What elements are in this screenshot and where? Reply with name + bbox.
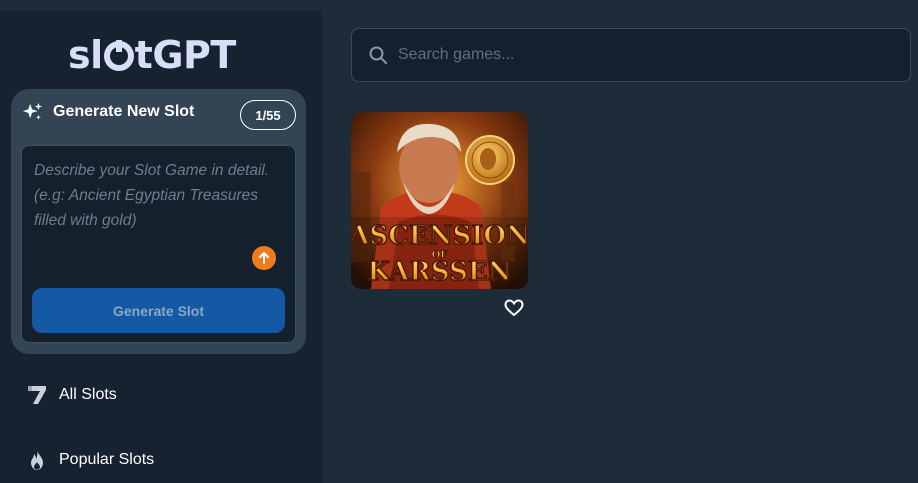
- heart-outline-icon[interactable]: [504, 299, 524, 317]
- game-card-ascension-of-karssen[interactable]: ASCENSION OF KARSSEN: [351, 112, 528, 289]
- generate-header: Generate New Slot: [21, 101, 194, 123]
- generate-slot-button[interactable]: Generate Slot: [32, 288, 285, 333]
- prompt-placeholder: Describe your Slot Game in detail. (e.g:…: [34, 162, 270, 229]
- game-thumbnail: ASCENSION OF KARSSEN: [351, 112, 528, 289]
- sparkle-icon: [22, 102, 43, 120]
- generate-slot-panel: Generate New Slot 1/55 Describe your Slo…: [11, 89, 306, 354]
- sidebar: sl tGPT Generate New Slot 1/55 Describe …: [0, 10, 322, 483]
- submit-arrow-button[interactable]: [252, 246, 276, 270]
- logo-text-tgpt: tGPT: [134, 33, 237, 77]
- search-bar[interactable]: [351, 28, 911, 82]
- game-title-line3: KARSSEN: [368, 257, 512, 287]
- flame-icon: [25, 448, 49, 472]
- nav-item-popular-slots[interactable]: Popular Slots: [25, 448, 154, 472]
- nav-label-popular-slots: Popular Slots: [59, 451, 155, 468]
- logo-text-sl: sl: [68, 33, 103, 77]
- game-title-line1: ASCENSION: [351, 221, 528, 251]
- generate-title: Generate New Slot: [53, 103, 195, 120]
- nav-item-all-slots[interactable]: All Slots: [25, 383, 117, 407]
- logo-o-icon: [103, 40, 134, 71]
- slotgpt-logo[interactable]: sl tGPT: [68, 30, 250, 80]
- seven-icon: [25, 383, 49, 407]
- slot-description-textarea[interactable]: Describe your Slot Game in detail. (e.g:…: [21, 145, 296, 343]
- arrow-up-icon: [259, 252, 269, 264]
- search-input[interactable]: [398, 46, 878, 64]
- nav-label-all-slots: All Slots: [59, 386, 117, 403]
- generation-counter-badge: 1/55: [240, 100, 296, 130]
- search-icon: [369, 46, 387, 64]
